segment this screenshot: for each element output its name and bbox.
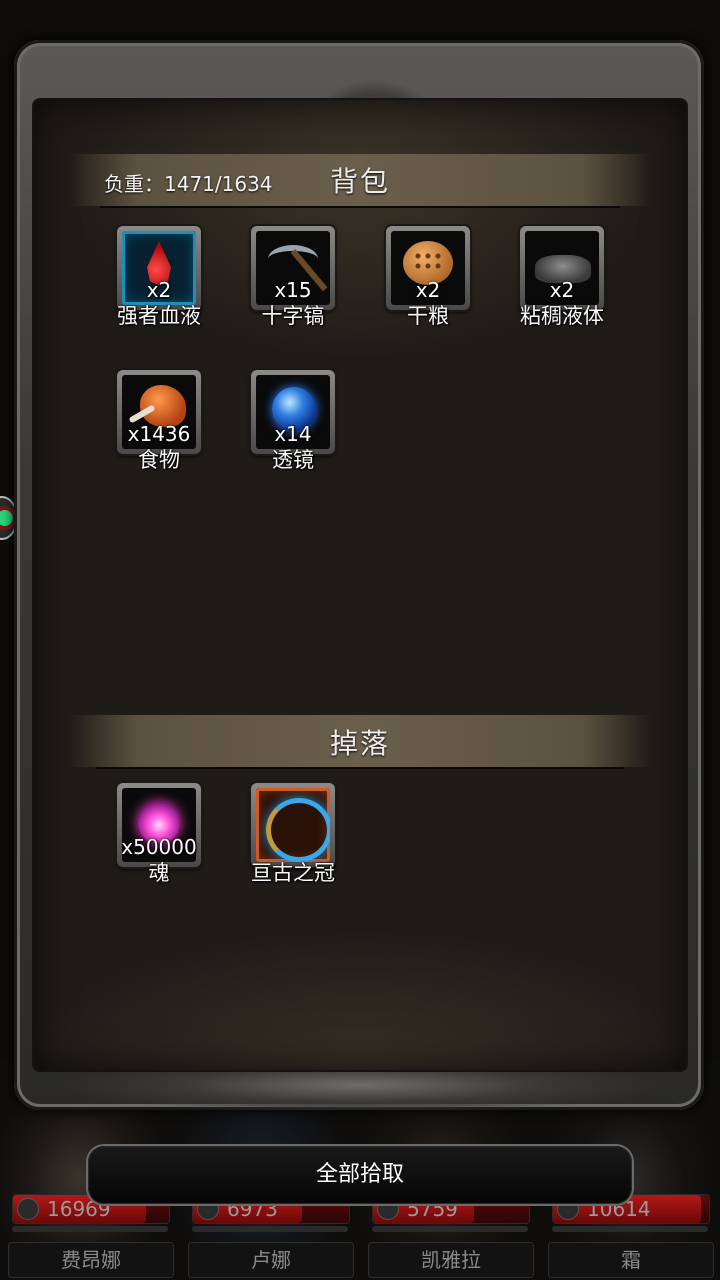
backpack-divider bbox=[100, 206, 620, 208]
mp-bar bbox=[552, 1226, 708, 1232]
item-name: 魂 bbox=[148, 861, 170, 885]
item-count: x2 bbox=[146, 278, 172, 302]
mp-bar bbox=[372, 1226, 528, 1232]
item-count: x15 bbox=[274, 278, 312, 302]
item-count: x1436 bbox=[127, 422, 191, 446]
weight-label: 负重：1471/1634 bbox=[104, 172, 273, 196]
drop-title: 掉落 bbox=[330, 727, 391, 760]
pickup-all-button[interactable]: 全部拾取 bbox=[88, 1146, 632, 1204]
item-name: 十字镐 bbox=[261, 304, 325, 328]
item-slot[interactable]: x2 bbox=[520, 226, 604, 310]
item-slot[interactable]: x2 bbox=[386, 226, 470, 310]
drop-item-slot[interactable]: x50000 bbox=[117, 783, 201, 867]
ancient-crown-icon bbox=[266, 798, 330, 862]
item-slot[interactable]: x1436 bbox=[117, 370, 201, 454]
party-member-name: 霜 bbox=[548, 1242, 714, 1278]
meat-icon bbox=[140, 385, 186, 427]
item-name: 粘稠液体 bbox=[520, 304, 604, 328]
item-slot[interactable]: x14 bbox=[251, 370, 335, 454]
party-member-name: 卢娜 bbox=[188, 1242, 354, 1278]
item-count: x50000 bbox=[121, 835, 197, 859]
backpack-title: 背包 bbox=[330, 165, 391, 198]
hp-icon bbox=[17, 1198, 39, 1220]
item-count: x14 bbox=[274, 422, 312, 446]
item-slot[interactable]: x2 bbox=[117, 226, 201, 310]
item-count: x2 bbox=[415, 278, 441, 302]
mp-bar bbox=[12, 1226, 168, 1232]
mp-bar bbox=[192, 1226, 348, 1232]
drop-divider bbox=[96, 767, 624, 769]
item-name: 干粮 bbox=[407, 304, 449, 328]
item-name: 亘古之冠 bbox=[251, 861, 335, 885]
item-name: 食物 bbox=[138, 448, 180, 472]
item-slot[interactable]: x15 bbox=[251, 226, 335, 310]
party-member-name: 凯雅拉 bbox=[368, 1242, 534, 1278]
party-member-name: 费昂娜 bbox=[8, 1242, 174, 1278]
item-count: x2 bbox=[549, 278, 575, 302]
item-name: 强者血液 bbox=[117, 304, 201, 328]
drop-item-slot[interactable] bbox=[251, 783, 335, 867]
item-name: 透镜 bbox=[272, 448, 314, 472]
